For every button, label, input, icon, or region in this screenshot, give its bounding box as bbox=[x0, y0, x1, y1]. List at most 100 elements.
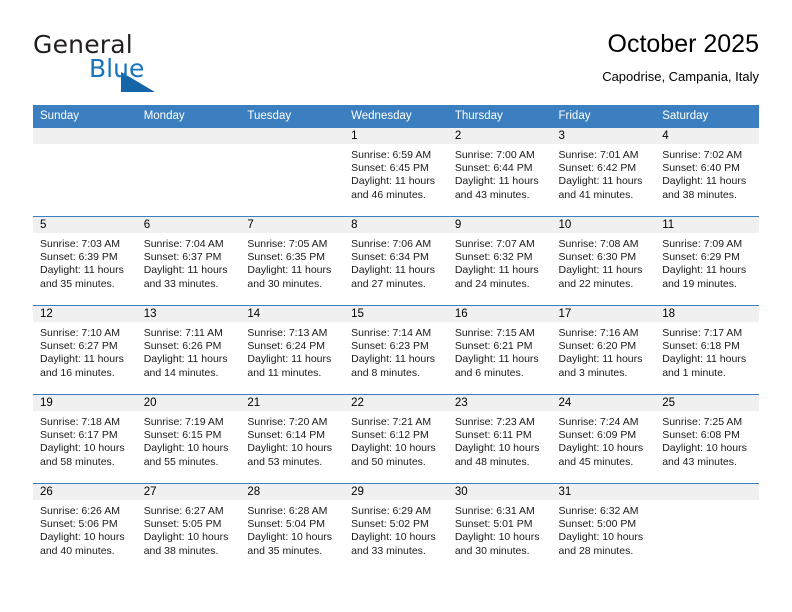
daylight-text: Daylight: 11 hours and 24 minutes. bbox=[454, 264, 539, 290]
day-number: 14 bbox=[240, 306, 345, 322]
day-details: Sunrise: 7:19 AM Sunset: 6:15 PM Daylight:… bbox=[137, 411, 241, 469]
day-cell[interactable]: 25 Sunrise: 7:25 AM Sunset: 6:08 PM Dayligh… bbox=[655, 394, 759, 484]
sunset-text: Sunset: 5:05 PM bbox=[143, 518, 222, 531]
day-cell[interactable]: 16 Sunrise: 7:15 AM Sunset: 6:21 PM Dayligh… bbox=[447, 305, 552, 395]
day-details: Sunrise: 7:15 AM Sunset: 6:21 PM Daylight:… bbox=[448, 322, 552, 380]
sunrise-text: Sunrise: 7:09 AM bbox=[662, 238, 743, 250]
day-cell[interactable]: 4 Sunrise: 7:02 AM Sunset: 6:40 PM Daylight… bbox=[655, 127, 759, 217]
day-cell[interactable]: 12 Sunrise: 7:10 AM Sunset: 6:27 PM Dayligh… bbox=[33, 305, 137, 395]
day-cell[interactable]: 3 Sunrise: 7:01 AM Sunset: 6:42 PM Daylight… bbox=[551, 127, 656, 217]
day-cell[interactable]: 8 Sunrise: 7:06 AM Sunset: 6:34 PM Daylight… bbox=[344, 216, 448, 306]
day-cell[interactable]: 7 Sunrise: 7:05 AM Sunset: 6:35 PM Daylight… bbox=[240, 216, 345, 306]
day-cell[interactable]: 29 Sunrise: 6:29 AM Sunset: 5:02 PM Dayligh… bbox=[344, 483, 448, 573]
sunrise-text: Sunrise: 7:14 AM bbox=[351, 327, 432, 339]
day-cell[interactable]: 28 Sunrise: 6:28 AM Sunset: 5:04 PM Dayligh… bbox=[240, 483, 345, 573]
sunrise-text: Sunrise: 7:05 AM bbox=[247, 238, 328, 250]
day-cell[interactable]: 24 Sunrise: 7:24 AM Sunset: 6:09 PM Dayligh… bbox=[551, 394, 656, 484]
day-number bbox=[33, 128, 137, 144]
daylight-text: Daylight: 11 hours and 30 minutes. bbox=[247, 264, 332, 290]
daylight-text: Daylight: 10 hours and 43 minutes. bbox=[662, 442, 747, 468]
day-cell[interactable]: 14 Sunrise: 7:13 AM Sunset: 6:24 PM Dayligh… bbox=[240, 305, 345, 395]
day-number bbox=[655, 484, 759, 500]
day-details: Sunrise: 7:06 AM Sunset: 6:34 PM Daylight:… bbox=[344, 233, 448, 291]
day-details: Sunrise: 7:18 AM Sunset: 6:17 PM Daylight:… bbox=[33, 411, 137, 469]
day-cell[interactable]: 20 Sunrise: 7:19 AM Sunset: 6:15 PM Dayligh… bbox=[136, 394, 241, 484]
day-cell-empty bbox=[136, 127, 241, 217]
sunrise-text: Sunrise: 6:29 AM bbox=[351, 505, 432, 517]
day-cell[interactable]: 17 Sunrise: 7:16 AM Sunset: 6:20 PM Dayligh… bbox=[551, 305, 656, 395]
sunset-text: Sunset: 6:44 PM bbox=[454, 162, 533, 175]
daylight-text: Daylight: 11 hours and 6 minutes. bbox=[454, 353, 539, 379]
sunset-text: Sunset: 6:23 PM bbox=[351, 340, 429, 353]
day-cell-empty bbox=[240, 127, 345, 217]
day-details: Sunrise: 7:25 AM Sunset: 6:08 PM Daylight:… bbox=[655, 411, 759, 469]
sunset-text: Sunset: 5:02 PM bbox=[351, 518, 429, 531]
day-cell[interactable]: 19 Sunrise: 7:18 AM Sunset: 6:17 PM Dayligh… bbox=[33, 394, 137, 484]
day-cell[interactable]: 31 Sunrise: 6:32 AM Sunset: 5:00 PM Dayligh… bbox=[551, 483, 656, 573]
day-details: Sunrise: 7:21 AM Sunset: 6:12 PM Daylight:… bbox=[344, 411, 448, 469]
sunrise-text: Sunrise: 7:06 AM bbox=[351, 238, 432, 250]
daylight-text: Daylight: 11 hours and 46 minutes. bbox=[351, 175, 435, 201]
sunrise-text: Sunrise: 6:26 AM bbox=[40, 505, 120, 517]
day-cell[interactable]: 2 Sunrise: 7:00 AM Sunset: 6:44 PM Daylight… bbox=[447, 127, 552, 217]
sunset-text: Sunset: 5:04 PM bbox=[247, 518, 326, 531]
day-cell[interactable]: 1 Sunrise: 6:59 AM Sunset: 6:45 PM Daylight… bbox=[344, 127, 448, 217]
title-block: October 2025 Capodrise, Campania, Italy bbox=[602, 28, 759, 87]
day-cell[interactable]: 13 Sunrise: 7:11 AM Sunset: 6:26 PM Dayligh… bbox=[136, 305, 241, 395]
day-number: 18 bbox=[655, 306, 759, 322]
daylight-text: Daylight: 11 hours and 41 minutes. bbox=[558, 175, 643, 201]
day-cell[interactable]: 23 Sunrise: 7:23 AM Sunset: 6:11 PM Dayligh… bbox=[447, 394, 552, 484]
day-details: Sunrise: 6:31 AM Sunset: 5:01 PM Daylight:… bbox=[448, 500, 552, 558]
day-cell[interactable]: 11 Sunrise: 7:09 AM Sunset: 6:29 PM Dayligh… bbox=[655, 216, 759, 306]
day-details: Sunrise: 7:01 AM Sunset: 6:42 PM Daylight:… bbox=[552, 144, 656, 202]
day-number: 5 bbox=[33, 217, 137, 233]
day-details: Sunrise: 6:29 AM Sunset: 5:02 PM Daylight:… bbox=[344, 500, 448, 558]
sunrise-text: Sunrise: 7:15 AM bbox=[454, 327, 535, 339]
day-details: Sunrise: 7:17 AM Sunset: 6:18 PM Daylight:… bbox=[655, 322, 759, 380]
daylight-text: Daylight: 10 hours and 40 minutes. bbox=[40, 531, 125, 557]
day-cell[interactable]: 9 Sunrise: 7:07 AM Sunset: 6:32 PM Daylight… bbox=[447, 216, 552, 306]
day-number: 2 bbox=[447, 128, 552, 144]
day-cell[interactable]: 30 Sunrise: 6:31 AM Sunset: 5:01 PM Dayligh… bbox=[447, 483, 552, 573]
sunset-text: Sunset: 6:21 PM bbox=[454, 340, 533, 353]
day-cell[interactable]: 10 Sunrise: 7:08 AM Sunset: 6:30 PM Dayligh… bbox=[551, 216, 656, 306]
sunrise-text: Sunrise: 6:32 AM bbox=[558, 505, 639, 517]
day-number: 19 bbox=[33, 395, 137, 411]
day-cell[interactable]: 18 Sunrise: 7:17 AM Sunset: 6:18 PM Dayligh… bbox=[655, 305, 759, 395]
day-number: 4 bbox=[655, 128, 759, 144]
day-number: 6 bbox=[136, 217, 241, 233]
day-cell[interactable]: 22 Sunrise: 7:21 AM Sunset: 6:12 PM Dayligh… bbox=[344, 394, 448, 484]
day-cell[interactable]: 26 Sunrise: 6:26 AM Sunset: 5:06 PM Dayligh… bbox=[33, 483, 137, 573]
sunrise-text: Sunrise: 7:17 AM bbox=[662, 327, 743, 339]
sunset-text: Sunset: 6:11 PM bbox=[454, 429, 532, 442]
day-number: 20 bbox=[136, 395, 241, 411]
day-details: Sunrise: 7:11 AM Sunset: 6:26 PM Daylight:… bbox=[137, 322, 241, 380]
day-details: Sunrise: 6:28 AM Sunset: 5:04 PM Daylight:… bbox=[240, 500, 344, 558]
daylight-text: Daylight: 11 hours and 3 minutes. bbox=[558, 353, 643, 379]
daylight-text: Daylight: 11 hours and 35 minutes. bbox=[40, 264, 124, 290]
day-cell[interactable]: 21 Sunrise: 7:20 AM Sunset: 6:14 PM Dayligh… bbox=[240, 394, 345, 484]
day-cell[interactable]: 15 Sunrise: 7:14 AM Sunset: 6:23 PM Dayligh… bbox=[344, 305, 448, 395]
sunset-text: Sunset: 6:14 PM bbox=[247, 429, 326, 442]
day-number: 8 bbox=[344, 217, 448, 233]
day-cell[interactable]: 5 Sunrise: 7:03 AM Sunset: 6:39 PM Daylight… bbox=[33, 216, 137, 306]
sunrise-text: Sunrise: 7:21 AM bbox=[351, 416, 432, 428]
day-cell[interactable]: 6 Sunrise: 7:04 AM Sunset: 6:37 PM Daylight… bbox=[136, 216, 241, 306]
sunset-text: Sunset: 6:18 PM bbox=[662, 340, 740, 353]
sunset-text: Sunset: 6:37 PM bbox=[143, 251, 222, 264]
page-header: General Blue October 2025 Capodrise, Cam… bbox=[33, 28, 759, 96]
daylight-text: Daylight: 11 hours and 38 minutes. bbox=[662, 175, 747, 201]
sunrise-text: Sunrise: 7:23 AM bbox=[454, 416, 535, 428]
sunrise-text: Sunrise: 7:13 AM bbox=[247, 327, 328, 339]
day-number: 27 bbox=[136, 484, 241, 500]
day-details: Sunrise: 7:23 AM Sunset: 6:11 PM Daylight:… bbox=[448, 411, 552, 469]
sunset-text: Sunset: 6:27 PM bbox=[40, 340, 118, 353]
day-number: 15 bbox=[344, 306, 448, 322]
brand-logo[interactable]: General Blue bbox=[33, 30, 263, 92]
day-cell[interactable]: 27 Sunrise: 6:27 AM Sunset: 5:05 PM Dayligh… bbox=[136, 483, 241, 573]
sunset-text: Sunset: 6:20 PM bbox=[558, 340, 637, 353]
sunset-text: Sunset: 6:42 PM bbox=[558, 162, 637, 175]
sunset-text: Sunset: 6:29 PM bbox=[662, 251, 740, 264]
day-number: 17 bbox=[551, 306, 656, 322]
day-number bbox=[240, 128, 345, 144]
